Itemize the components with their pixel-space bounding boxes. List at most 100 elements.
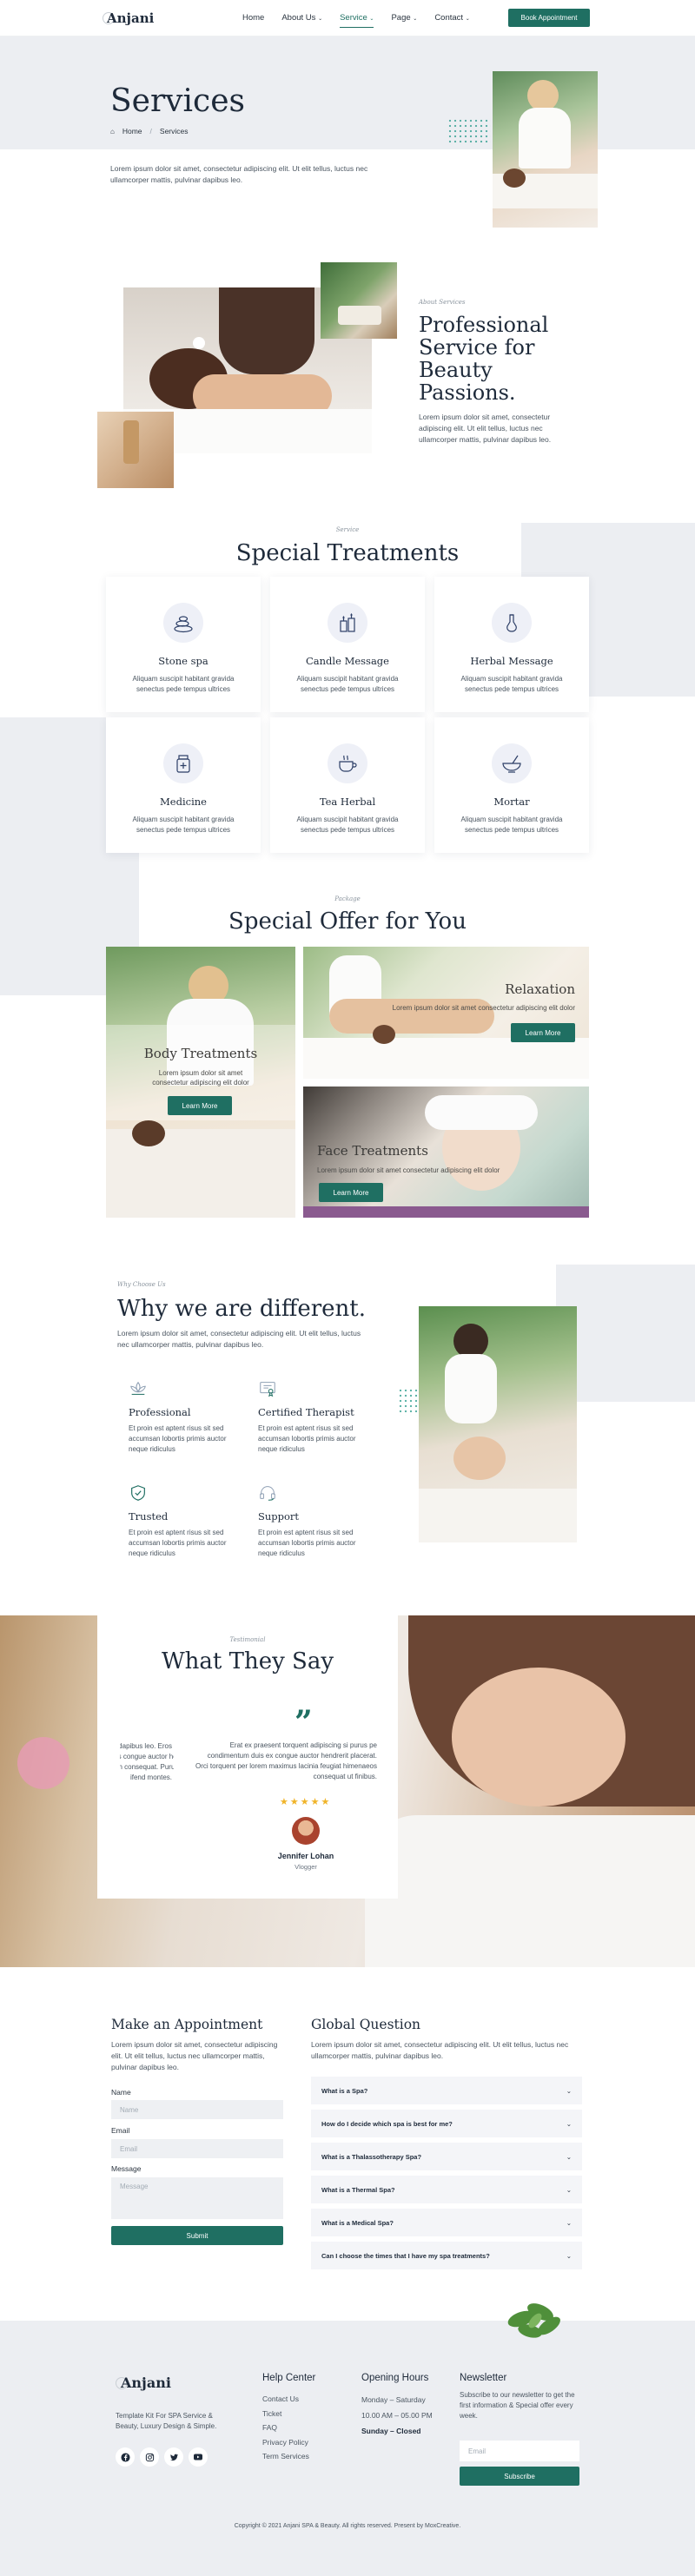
chevron-down-icon: ⌄ (566, 2119, 572, 2128)
card-text: Aliquam suscipit habitant gravida senect… (132, 816, 235, 834)
home-icon: ⌂ (110, 127, 115, 135)
footer-link-faq[interactable]: FAQ (262, 2421, 309, 2435)
herbal-icon (492, 603, 532, 643)
email-input[interactable]: Email (111, 2139, 283, 2158)
treatments-title: Special Treatments (235, 540, 460, 566)
breadcrumb-current: Services (159, 127, 189, 135)
main-nav: Home About Us ⌄ Service ⌄ Page ⌄ Contact… (242, 13, 487, 28)
why-item: Professional Et proin est aptent risus s… (129, 1379, 233, 1455)
hero-massage-photo (493, 71, 598, 228)
faq-item[interactable]: What is a Spa? ⌄ (311, 2077, 582, 2104)
name-input[interactable]: Name (111, 2100, 283, 2119)
hours-title: Opening Hours (361, 2373, 429, 2383)
treatment-card[interactable]: Mortar Aliquam suscipit habitant gravida… (434, 717, 589, 853)
chevron-down-icon: ⌄ (413, 17, 418, 22)
dot-pattern (447, 118, 491, 144)
testimonial-quote: Erat ex praesent torquent adipiscing si … (195, 1741, 377, 1780)
twitter-icon[interactable] (164, 2447, 183, 2467)
avatar (292, 1817, 320, 1845)
why-item: Support Et proin est aptent risus sit se… (258, 1483, 362, 1559)
facebook-icon[interactable] (116, 2447, 135, 2467)
quote-icon: ” (295, 1704, 313, 1740)
newsletter-title: Newsletter (460, 2373, 507, 2383)
youtube-icon[interactable] (189, 2447, 208, 2467)
book-appointment-button[interactable]: Book Appointment (508, 9, 590, 27)
footer-logo[interactable]: Anjani (116, 2375, 171, 2391)
faq-item[interactable]: What is a Thalassotherapy Spa? ⌄ (311, 2143, 582, 2170)
treatment-card[interactable]: Candle Message Aliquam suscipit habitant… (270, 577, 425, 712)
hours-closed: Sunday – Closed (361, 2427, 421, 2435)
card-text: Aliquam suscipit habitant gravida senect… (460, 675, 563, 693)
nav-service[interactable]: Service ⌄ (340, 13, 374, 28)
treatment-card[interactable]: Stone spa Aliquam suscipit habitant grav… (106, 577, 261, 712)
help-title: Help Center (262, 2373, 316, 2383)
faq-item[interactable]: Can I choose the times that I have my sp… (311, 2242, 582, 2269)
footer-link-privacy-policy[interactable]: Privacy Policy (262, 2435, 309, 2450)
testimonial-tag: Testimonial (229, 1636, 266, 1643)
subscribe-button[interactable]: Subscribe (460, 2467, 579, 2486)
nav-page[interactable]: Page ⌄ (391, 13, 417, 28)
breadcrumb-home[interactable]: Home (122, 127, 142, 135)
logo-text: Anjani (107, 10, 155, 26)
card-title: Stone spa (158, 655, 208, 667)
candle-icon (328, 603, 367, 643)
footer-logo-text: Anjani (121, 2375, 171, 2391)
offer-tag: Package (334, 895, 361, 902)
chevron-down-icon: ⌄ (465, 17, 470, 22)
hours-time: 10.00 AM – 05.00 PM (361, 2411, 433, 2420)
nav-about-us[interactable]: About Us ⌄ (281, 13, 322, 28)
herbs-bottle-photo (97, 412, 174, 488)
message-textarea[interactable]: Message (111, 2177, 283, 2219)
faq-item[interactable]: What is a Thermal Spa? ⌄ (311, 2176, 582, 2203)
footer-link-term-services[interactable]: Term Services (262, 2449, 309, 2464)
why-item-title: Trusted (129, 1510, 169, 1522)
nav-home[interactable]: Home (242, 13, 264, 28)
card-title: Herbal Message (470, 655, 553, 667)
appointment-title: Make an Appointment (111, 2017, 263, 2032)
face-learn-more-button[interactable]: Learn More (319, 1183, 383, 1202)
about-title: Professional Service for Beauty Passions… (419, 313, 549, 405)
social-links (116, 2447, 213, 2467)
card-text: Aliquam suscipit habitant gravida senect… (460, 816, 563, 834)
treatment-card[interactable]: Herbal Message Aliquam suscipit habitant… (434, 577, 589, 712)
logo[interactable]: Anjani (103, 7, 154, 30)
why-text: Lorem ipsum dolor sit amet, consectetur … (117, 1329, 361, 1349)
why-item-title: Professional (129, 1406, 191, 1418)
treatment-card[interactable]: Tea Herbal Aliquam suscipit habitant gra… (270, 717, 425, 853)
body-treatments-title: Body Treatments (143, 1046, 258, 1061)
copyright: Copyright © 2021 Anjani SPA & Beauty. Al… (234, 2523, 461, 2529)
card-text: Aliquam suscipit habitant gravida senect… (132, 675, 235, 693)
footer-link-contact-us[interactable]: Contact Us (262, 2392, 309, 2407)
about-tag: About Services (419, 299, 466, 306)
face-treatments-title: Face Treatments (317, 1143, 428, 1159)
breadcrumb: ⌂ Home / Services (110, 127, 189, 135)
why-item-text: Et proin est aptent risus sit sed accums… (258, 1424, 356, 1453)
faq-item[interactable]: How do I decide which spa is best for me… (311, 2110, 582, 2137)
faq-item[interactable]: What is a Medical Spa? ⌄ (311, 2209, 582, 2236)
instagram-icon[interactable] (140, 2447, 159, 2467)
faq-title: Global Question (311, 2017, 421, 2032)
help-links: Contact Us Ticket FAQ Privacy Policy Ter… (262, 2392, 309, 2464)
relaxation-text: Lorem ipsum dolor sit amet consectetur a… (392, 1004, 575, 1012)
chevron-down-icon: ⌄ (566, 2152, 572, 2161)
submit-button[interactable]: Submit (111, 2226, 283, 2245)
footer-about: Template Kit For SPA Service & Beauty, L… (116, 2412, 217, 2430)
body-learn-more-button[interactable]: Learn More (168, 1096, 232, 1115)
offer-title: Special Offer for You (228, 908, 467, 935)
chevron-down-icon: ⌄ (566, 2251, 572, 2260)
appointment-text: Lorem ipsum dolor sit amet, consectetur … (111, 2040, 278, 2071)
footer-link-ticket[interactable]: Ticket (262, 2407, 309, 2421)
message-label: Message (111, 2164, 142, 2173)
nav-contact[interactable]: Contact ⌄ (434, 13, 469, 28)
spa-towels-photo (321, 262, 397, 339)
testimonial-title: What They Say (161, 1648, 334, 1674)
relaxation-learn-more-button[interactable]: Learn More (511, 1023, 575, 1042)
headset-icon (258, 1483, 362, 1505)
email-label: Email (111, 2126, 130, 2135)
newsletter-email-input[interactable]: Email (460, 2441, 579, 2461)
treatment-card[interactable]: Medicine Aliquam suscipit habitant gravi… (106, 717, 261, 853)
medicine-jar-icon (163, 743, 203, 783)
why-item-title: Certified Therapist (258, 1406, 354, 1418)
rating-stars: ★★★★★ (280, 1797, 332, 1807)
faq-text: Lorem ipsum dolor sit amet, consectetur … (311, 2040, 569, 2060)
